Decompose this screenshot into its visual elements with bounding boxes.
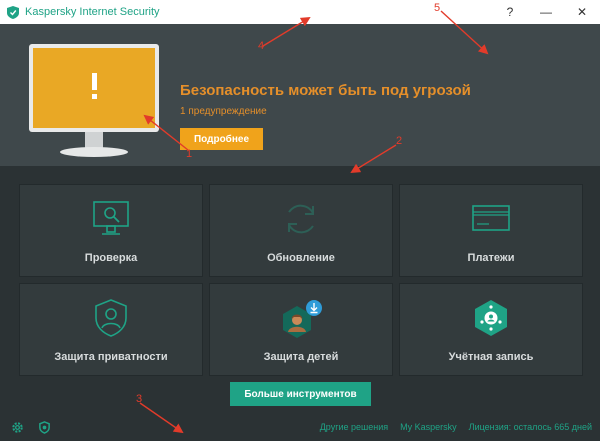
details-button[interactable]: Подробнее bbox=[180, 128, 263, 150]
close-button[interactable]: ✕ bbox=[564, 0, 600, 24]
tile-privacy[interactable]: Защита приватности bbox=[19, 283, 203, 376]
status-header: Безопасность может быть под угрозой 1 пр… bbox=[0, 24, 600, 166]
footer-bar: Другие решения My Kaspersky Лицензия: ос… bbox=[0, 412, 600, 441]
license-link[interactable]: Лицензия: осталось 665 дней bbox=[469, 422, 592, 432]
alert-title: Безопасность может быть под угрозой bbox=[180, 82, 471, 99]
title-bar: Kaspersky Internet Security ? — ✕ bbox=[0, 0, 600, 24]
annotation-number-1: 1 bbox=[186, 148, 193, 160]
support-shield-icon[interactable] bbox=[38, 421, 51, 434]
annotation-number-3: 3 bbox=[136, 393, 143, 405]
warning-monitor-icon bbox=[29, 44, 159, 157]
annotation-number-4: 4 bbox=[258, 40, 265, 52]
tile-parental[interactable]: Защита детей bbox=[209, 283, 393, 376]
my-kaspersky-link[interactable]: My Kaspersky bbox=[400, 422, 457, 432]
more-tools-button[interactable]: Больше инструментов bbox=[230, 382, 371, 406]
annotation-number-2: 2 bbox=[396, 135, 403, 147]
account-network-icon bbox=[475, 300, 507, 336]
tile-account-label: Учётная запись bbox=[448, 351, 534, 363]
tile-privacy-label: Защита приватности bbox=[54, 351, 168, 363]
window-title: Kaspersky Internet Security bbox=[25, 6, 160, 18]
settings-gear-icon[interactable] bbox=[11, 421, 24, 434]
child-download-icon bbox=[283, 300, 322, 338]
tile-parental-label: Защита детей bbox=[263, 351, 339, 363]
privacy-shield-icon bbox=[95, 299, 127, 337]
payment-card-icon bbox=[472, 205, 510, 231]
tile-scan-label: Проверка bbox=[84, 252, 138, 264]
tile-update-label: Обновление bbox=[267, 252, 335, 264]
kaspersky-shield-icon bbox=[7, 5, 19, 19]
tile-scan[interactable]: Проверка bbox=[19, 184, 203, 277]
tile-account[interactable]: Учётная запись bbox=[399, 283, 583, 376]
minimize-button[interactable]: — bbox=[528, 0, 564, 24]
annotation-number-5: 5 bbox=[434, 2, 441, 14]
tile-update[interactable]: Обновление bbox=[209, 184, 393, 277]
tile-payments[interactable]: Платежи bbox=[399, 184, 583, 277]
tile-payments-label: Платежи bbox=[467, 252, 515, 264]
other-solutions-link[interactable]: Другие решения bbox=[320, 422, 388, 432]
update-refresh-icon bbox=[288, 204, 314, 234]
help-button[interactable]: ? bbox=[492, 0, 528, 24]
scan-monitor-icon bbox=[93, 201, 129, 235]
alert-count[interactable]: 1 предупреждение bbox=[180, 106, 267, 117]
